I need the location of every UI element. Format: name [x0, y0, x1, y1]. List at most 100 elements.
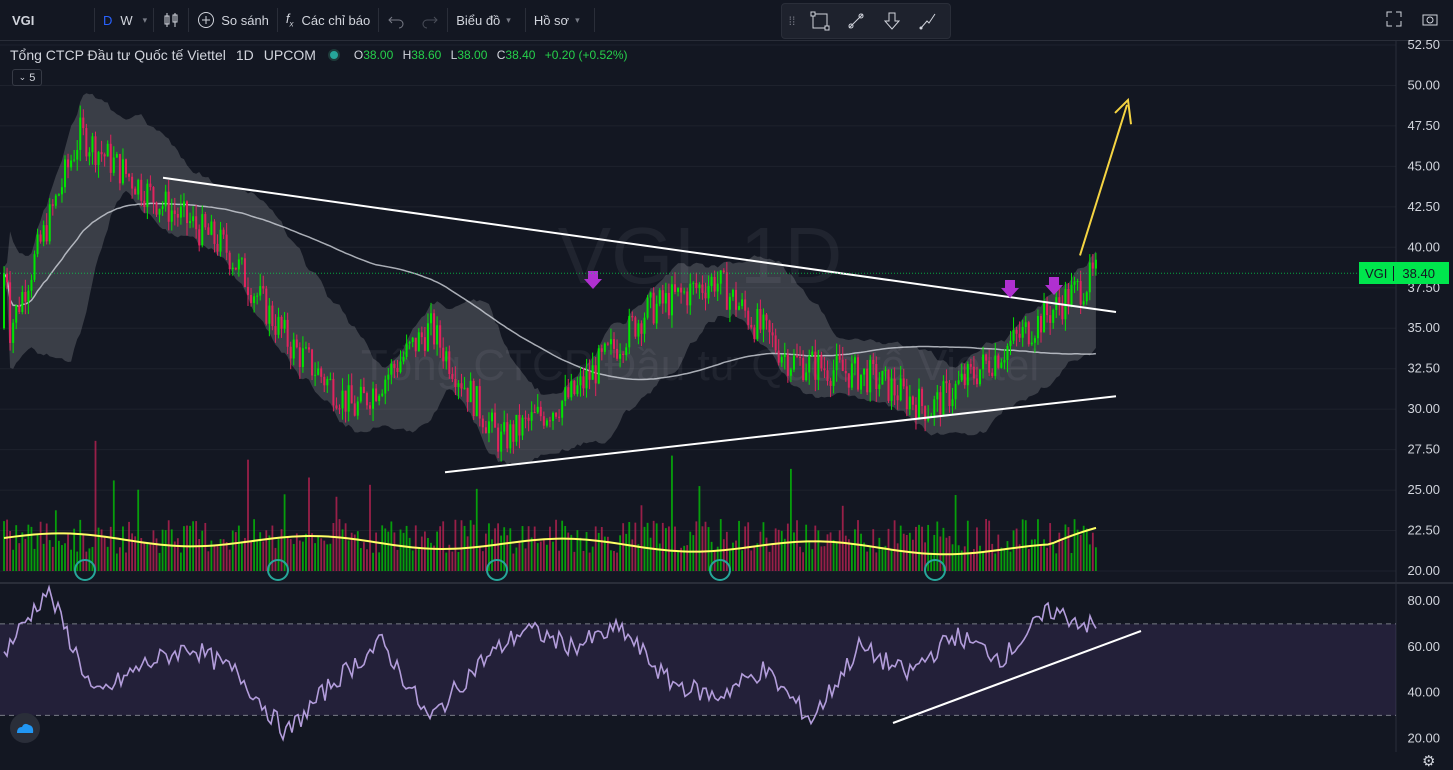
rsi-axis-label: 40.00: [1407, 685, 1440, 700]
candle-body: [460, 383, 463, 389]
volume-bar: [21, 532, 24, 571]
candle-body: [619, 353, 622, 359]
candle-body: [991, 372, 994, 376]
candle-body: [332, 378, 335, 406]
candle-body: [198, 229, 201, 246]
indicators-collapse-button[interactable]: ⌄ 5: [12, 69, 42, 86]
symbol-search[interactable]: VGI: [0, 0, 94, 40]
volume-bar: [402, 532, 405, 571]
chart-type-button[interactable]: [154, 0, 188, 40]
candle-body: [268, 305, 271, 324]
tradingview-logo[interactable]: [10, 713, 40, 743]
candle-body: [741, 299, 744, 307]
arrow-marker-tool-button[interactable]: [874, 4, 910, 38]
candle-body: [491, 412, 493, 422]
redo-button[interactable]: [413, 0, 447, 40]
volume-bar: [1073, 519, 1076, 571]
candle-body: [765, 314, 768, 321]
rectangle-tool-button[interactable]: [802, 4, 838, 38]
undo-button[interactable]: [379, 0, 413, 40]
chart-canvas[interactable]: VGI, 1DTổng CTCP Đầu tư Quốc tế Viettel5…: [0, 40, 1453, 752]
candle-body: [975, 378, 978, 385]
candle-body: [866, 368, 869, 393]
candle-body: [9, 282, 12, 343]
volume-bar: [576, 530, 579, 571]
candle-body: [21, 291, 24, 312]
timeframe-label: 1D: [235, 47, 254, 63]
snapshot-icon[interactable]: [1421, 10, 1439, 28]
volume-bar: [231, 530, 234, 571]
volume-bar: [338, 519, 341, 571]
candle-body: [347, 385, 350, 412]
candle-body: [451, 374, 454, 379]
candle-body: [853, 357, 856, 364]
candle-body: [814, 351, 817, 380]
price-axis-label: 30.00: [1407, 401, 1440, 416]
candle-body: [70, 160, 73, 168]
volume-bar: [183, 526, 185, 571]
candle-body: [466, 387, 469, 403]
candle-body: [1043, 301, 1046, 333]
candle-body: [103, 154, 106, 157]
candle-body: [997, 355, 1000, 368]
volume-bar: [536, 543, 539, 571]
volume-bar: [112, 480, 115, 571]
candle-body: [933, 399, 936, 416]
drag-handle-icon[interactable]: ⁞⁞: [782, 14, 802, 28]
candle-body: [115, 154, 118, 158]
candle-body: [91, 136, 94, 153]
resolution-day-button[interactable]: D: [95, 0, 116, 40]
path-tool-button[interactable]: [910, 4, 946, 38]
volume-bar: [738, 520, 740, 571]
volume-bar: [786, 523, 789, 571]
candle-body: [3, 273, 5, 329]
chevron-down-icon[interactable]: ▾: [137, 15, 154, 26]
undo-icon: [388, 16, 404, 29]
volume-bar: [420, 536, 423, 571]
volume-bar: [796, 520, 798, 571]
volume-bar: [780, 530, 783, 571]
candle-body: [863, 368, 866, 375]
candle-body: [869, 359, 872, 393]
gear-icon[interactable]: ⚙: [1422, 752, 1435, 770]
candle-body: [97, 152, 100, 165]
resolution-week-button[interactable]: W: [116, 0, 136, 40]
fullscreen-icon[interactable]: [1385, 10, 1403, 28]
candle-body: [832, 370, 835, 386]
candle-body: [542, 416, 545, 426]
candle-body: [985, 354, 988, 361]
candle-body: [951, 399, 954, 407]
volume-bar: [137, 489, 140, 571]
profile-menu-button[interactable]: Hồ sơ ▾: [526, 0, 594, 40]
candle-body: [893, 378, 896, 396]
candle-body: [33, 254, 36, 280]
price-axis-label: 50.00: [1407, 77, 1440, 92]
candle: [265, 285, 268, 326]
trendline-tool-button[interactable]: [838, 4, 874, 38]
candle-body: [979, 369, 981, 385]
candle-body: [649, 292, 652, 298]
candle-body: [231, 267, 234, 270]
candle-body: [561, 400, 564, 418]
candle-body: [728, 296, 731, 310]
volume-bar: [201, 530, 204, 571]
volume-bar: [683, 545, 686, 571]
volume-bar: [732, 542, 734, 571]
volume-bar: [966, 520, 969, 571]
candle-body: [533, 412, 536, 414]
candle-body: [64, 159, 66, 188]
candle: [472, 378, 475, 420]
candle-body: [838, 354, 841, 360]
candle-body: [262, 286, 265, 289]
volume-bar: [253, 519, 255, 571]
volume-bar: [341, 529, 344, 571]
candle: [33, 250, 36, 282]
compare-button[interactable]: So sánh: [189, 0, 277, 40]
candle: [48, 198, 51, 245]
chart-menu-button[interactable]: Biểu đồ ▾: [448, 0, 525, 40]
indicators-button[interactable]: fx Các chỉ báo: [278, 0, 378, 40]
volume-bar: [344, 523, 347, 571]
candle-body: [426, 323, 429, 351]
volume-bar: [27, 524, 30, 571]
price-axis-label: 40.00: [1407, 239, 1440, 254]
